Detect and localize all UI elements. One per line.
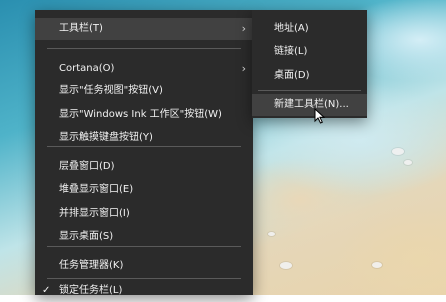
menu-separator xyxy=(47,246,241,247)
menu-item-label: 桌面(D) xyxy=(274,70,310,81)
menu-item-label: Cortana(O) xyxy=(59,63,115,74)
menu-item-cascade-windows[interactable]: 层叠窗口(D) xyxy=(35,156,253,178)
beach-umbrella xyxy=(372,262,382,268)
beach-umbrella xyxy=(392,148,404,155)
menu-separator xyxy=(47,48,241,49)
menu-separator xyxy=(47,278,241,279)
toolbars-submenu: 地址(A) 链接(L) 桌面(D) 新建工具栏(N)... xyxy=(252,10,367,118)
menu-item-label: 并排显示窗口(I) xyxy=(59,208,130,219)
menu-item-label: 堆叠显示窗口(E) xyxy=(59,184,134,195)
menu-item-cortana[interactable]: Cortana(O) › xyxy=(35,58,253,80)
beach-umbrella xyxy=(268,232,275,236)
menu-item-label: 显示"Windows Ink 工作区"按钮(W) xyxy=(59,109,222,120)
menu-item-show-windows-ink-button[interactable]: 显示"Windows Ink 工作区"按钮(W) xyxy=(35,104,253,126)
checkmark-icon: ✓ xyxy=(42,285,51,296)
beach-umbrella xyxy=(280,262,292,269)
menu-item-toolbars[interactable]: 工具栏(T) › xyxy=(35,18,253,40)
menu-separator xyxy=(258,90,361,91)
menu-item-show-desktop[interactable]: 显示桌面(S) xyxy=(35,226,253,248)
beach-umbrella xyxy=(404,160,412,165)
submenu-item-desktop[interactable]: 桌面(D) xyxy=(252,65,367,87)
chevron-right-icon: › xyxy=(241,22,246,35)
submenu-item-links[interactable]: 链接(L) xyxy=(252,41,367,63)
menu-item-label: 工具栏(T) xyxy=(59,23,103,34)
menu-item-label: 层叠窗口(D) xyxy=(59,161,115,172)
menu-item-label: 锁定任务栏(L) xyxy=(59,285,123,296)
menu-item-stack-windows[interactable]: 堆叠显示窗口(E) xyxy=(35,179,253,201)
submenu-item-new-toolbar[interactable]: 新建工具栏(N)... xyxy=(252,94,367,116)
menu-item-label: 链接(L) xyxy=(274,46,308,57)
menu-separator xyxy=(47,146,241,147)
menu-item-label: 地址(A) xyxy=(274,23,309,34)
menu-item-label: 显示"任务视图"按钮(V) xyxy=(59,85,163,96)
menu-item-label: 新建工具栏(N)... xyxy=(274,99,349,110)
menu-item-label: 任务管理器(K) xyxy=(59,260,124,271)
taskbar-context-menu: 工具栏(T) › Cortana(O) › 显示"任务视图"按钮(V) 显示"W… xyxy=(35,10,253,296)
menu-item-label: 显示触摸键盘按钮(Y) xyxy=(59,132,153,143)
mouse-cursor-icon xyxy=(314,108,326,124)
menu-item-label: 显示桌面(S) xyxy=(59,231,114,242)
chevron-right-icon: › xyxy=(241,62,246,75)
menu-item-task-manager[interactable]: 任务管理器(K) xyxy=(35,255,253,277)
submenu-item-address[interactable]: 地址(A) xyxy=(252,18,367,40)
menu-item-lock-taskbar[interactable]: ✓ 锁定任务栏(L) xyxy=(35,280,253,302)
menu-item-show-task-view-button[interactable]: 显示"任务视图"按钮(V) xyxy=(35,80,253,102)
menu-item-side-by-side-windows[interactable]: 并排显示窗口(I) xyxy=(35,203,253,225)
